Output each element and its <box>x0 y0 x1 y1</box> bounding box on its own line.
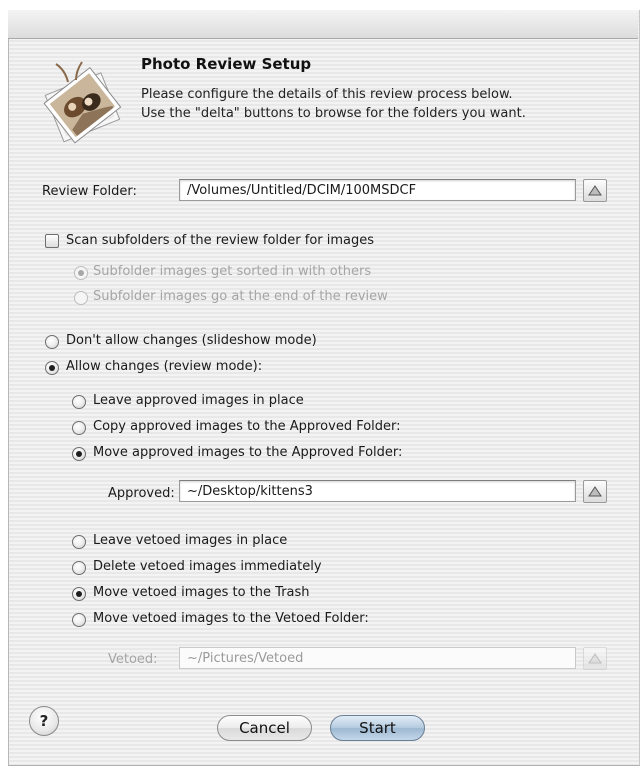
scan-subfolders-checkbox[interactable] <box>45 234 59 248</box>
vetoed-folder-label: Vetoed: <box>108 652 158 667</box>
approved-copy-label: Copy approved images to the Approved Fol… <box>93 419 401 434</box>
approved-folder-field[interactable]: ~/Desktop/kittens3 <box>179 480 576 502</box>
dialog-title: Photo Review Setup <box>141 55 312 73</box>
review-folder-field[interactable]: /Volumes/Untitled/DCIM/100MSDCF <box>179 179 576 201</box>
vetoed-leave-label: Leave vetoed images in place <box>93 533 288 548</box>
approved-leave-label: Leave approved images in place <box>93 393 304 408</box>
vetoed-folder-browse-button[interactable] <box>583 647 607 670</box>
approved-leave-radio[interactable] <box>72 395 86 409</box>
subfolder-sorted-label: Subfolder images get sorted in with othe… <box>93 264 372 279</box>
triangle-up-icon <box>588 185 602 196</box>
vetoed-folder-field[interactable]: ~/Pictures/Vetoed <box>179 647 576 669</box>
vetoed-folder-radio[interactable] <box>72 613 86 627</box>
dialog-top-bar <box>8 10 638 39</box>
vetoed-trash-radio[interactable] <box>72 587 86 601</box>
vetoed-delete-label: Delete vetoed images immediately <box>93 559 322 574</box>
vetoed-folder-option-label: Move vetoed images to the Vetoed Folder: <box>93 611 369 626</box>
triangle-up-icon <box>588 486 602 497</box>
dialog-description: Please configure the details of this rev… <box>141 85 526 123</box>
slideshow-mode-label: Don't allow changes (slideshow mode) <box>66 333 317 348</box>
vetoed-leave-radio[interactable] <box>72 535 86 549</box>
review-folder-label: Review Folder: <box>42 184 137 199</box>
subfolder-end-label: Subfolder images go at the end of the re… <box>93 289 388 304</box>
approved-move-label: Move approved images to the Approved Fol… <box>93 445 403 460</box>
approved-move-radio[interactable] <box>72 447 86 461</box>
review-folder-browse-button[interactable] <box>583 179 607 202</box>
review-mode-radio[interactable] <box>45 361 59 375</box>
approved-copy-radio[interactable] <box>72 421 86 435</box>
vetoed-delete-radio[interactable] <box>72 561 86 575</box>
start-button[interactable]: Start <box>330 715 425 741</box>
help-button[interactable]: ? <box>29 706 59 736</box>
triangle-up-icon <box>588 653 602 664</box>
subfolder-end-radio[interactable] <box>74 291 88 305</box>
approved-folder-label: Approved: <box>108 486 175 501</box>
approved-folder-browse-button[interactable] <box>583 480 607 503</box>
description-line-2: Use the "delta" buttons to browse for th… <box>141 106 526 121</box>
subfolder-sorted-radio[interactable] <box>74 266 88 280</box>
scan-subfolders-label: Scan subfolders of the review folder for… <box>66 233 375 248</box>
slideshow-mode-radio[interactable] <box>45 335 59 349</box>
vetoed-trash-label: Move vetoed images to the Trash <box>93 585 310 600</box>
review-mode-label: Allow changes (review mode): <box>66 359 263 374</box>
description-line-1: Please configure the details of this rev… <box>141 87 513 102</box>
cancel-button[interactable]: Cancel <box>217 715 312 741</box>
photo-stack-icon <box>38 58 128 150</box>
